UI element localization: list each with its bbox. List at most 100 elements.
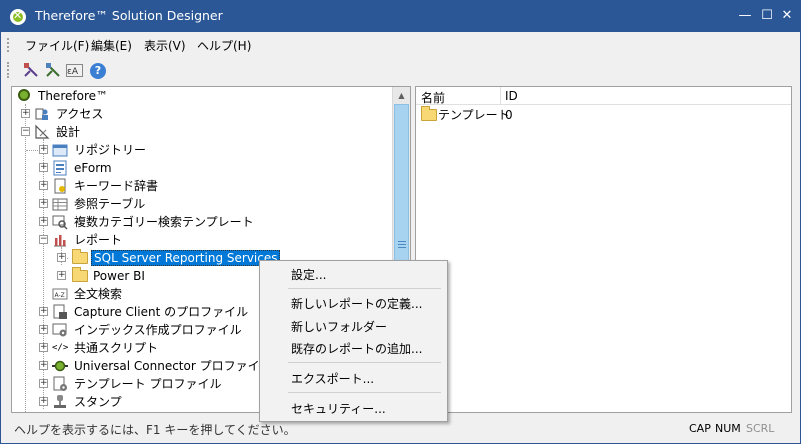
tree-item-label: インデックス作成プロファイル	[74, 323, 242, 337]
menu-view[interactable]: 表示(V)	[141, 37, 189, 54]
tree-item-label: 設計	[56, 125, 81, 139]
fulltext-search-icon: A-Z	[52, 286, 68, 302]
list-row[interactable]: テンプレート 0	[416, 106, 791, 124]
designer-tool-2-icon[interactable]	[44, 61, 64, 80]
eform-icon	[52, 160, 68, 176]
designer-tool-icon[interactable]	[22, 61, 42, 80]
tree-item-label: Universal Connector プロファイル	[74, 359, 272, 373]
folder-icon	[72, 267, 88, 282]
menu-item-security[interactable]: セキュリティー...	[291, 400, 386, 417]
help-icon[interactable]: ?	[88, 61, 108, 80]
collapse-minus-icon[interactable]: −	[21, 127, 30, 136]
tree-item-access[interactable]: + アクセス	[12, 105, 392, 123]
menu-help[interactable]: ヘルプ(H)	[194, 37, 254, 54]
menu-item-new-report-definition[interactable]: 新しいレポートの定義...	[291, 295, 422, 312]
menu-item-new-folder[interactable]: 新しいフォルダー	[291, 318, 387, 335]
svg-text:A-Z: A-Z	[55, 292, 65, 299]
tree-item-label: スタンプ	[74, 395, 122, 409]
tree-item-label: テンプレート プロファイル	[74, 377, 222, 391]
expand-plus-icon[interactable]: +	[39, 217, 48, 226]
keyword-dictionary-icon	[52, 178, 68, 194]
toolbar: εA ?	[1, 58, 800, 83]
column-header-name[interactable]: 名前	[421, 89, 445, 106]
status-text: ヘルプを表示するには、F1 キーを押してください。	[14, 423, 296, 437]
tree-root-label: Therefore™	[38, 89, 108, 103]
search-template-icon	[52, 214, 68, 230]
app-window: Therefore™ Solution Designer — ☐ ✕ ファイル(…	[0, 0, 801, 444]
expand-plus-icon[interactable]: +	[39, 163, 48, 172]
expand-plus-icon[interactable]: +	[39, 397, 48, 406]
tree-root[interactable]: Therefore™	[12, 87, 392, 105]
menu-item-settings[interactable]: 設定...	[291, 266, 326, 283]
expand-plus-icon[interactable]: +	[39, 361, 48, 370]
expand-plus-icon[interactable]: +	[39, 307, 48, 316]
menu-separator	[288, 362, 441, 363]
tree-item-label: 全文検索	[74, 287, 123, 301]
report-icon	[52, 232, 68, 248]
expand-plus-icon[interactable]: +	[39, 325, 48, 334]
expand-plus-icon[interactable]: +	[39, 379, 48, 388]
menu-bar: ファイル(F) 編集(E) 表示(V) ヘルプ(H)	[1, 33, 800, 57]
tree-item-label: 複数カテゴリー検索テンプレート	[74, 215, 254, 229]
tree-item-label: 共通スクリプト	[74, 341, 159, 355]
tree-item-report[interactable]: − レポート	[12, 231, 392, 249]
tree-item-label: SQL Server Reporting Services	[91, 250, 281, 266]
tree-item-label: キーワード辞書	[74, 179, 159, 193]
stamp-icon	[52, 394, 68, 410]
close-button[interactable]: ✕	[774, 1, 800, 32]
list-header: 名前 ID	[416, 87, 791, 105]
tree-item-design[interactable]: − 設計	[12, 123, 392, 141]
thumb-grip-icon	[398, 241, 406, 248]
column-header-id[interactable]: ID	[505, 89, 518, 103]
collapse-minus-icon[interactable]: −	[39, 235, 48, 244]
num-lock-indicator: NUM	[715, 422, 741, 435]
menu-item-export[interactable]: エクスポート...	[291, 370, 374, 387]
help-glyph: ?	[90, 63, 106, 79]
menu-file[interactable]: ファイル(F)	[22, 37, 92, 54]
scroll-up-icon[interactable]: ▲	[393, 87, 410, 104]
expand-plus-icon[interactable]: +	[39, 181, 48, 190]
reference-table-icon	[52, 196, 68, 212]
expand-plus-icon[interactable]: +	[39, 145, 48, 154]
toolbar-grip[interactable]	[7, 62, 10, 78]
expand-plus-icon[interactable]: +	[21, 109, 30, 118]
text-replace-icon[interactable]: εA	[66, 61, 86, 80]
window-title: Therefore™ Solution Designer	[35, 8, 223, 23]
column-divider[interactable]	[500, 87, 501, 105]
scroll-lock-indicator: SCRL	[746, 422, 775, 435]
template-profile-icon	[52, 376, 68, 392]
svg-text:εA: εA	[67, 67, 79, 77]
connector-icon	[52, 358, 68, 374]
script-icon: </>	[52, 343, 69, 353]
menubar-grip[interactable]	[7, 38, 10, 52]
tree-item-label: Capture Client のプロファイル	[74, 305, 249, 319]
expand-plus-icon[interactable]: +	[39, 343, 48, 352]
context-menu: 設定... 新しいレポートの定義... 新しいフォルダー 既存のレポートの追加.…	[259, 260, 448, 422]
tree-line	[26, 150, 40, 151]
menu-item-add-existing-report[interactable]: 既存のレポートの追加...	[291, 340, 422, 357]
tree-item-label: アクセス	[56, 107, 104, 121]
folder-icon	[421, 106, 437, 121]
menu-separator	[288, 392, 441, 393]
tree-item-search-template[interactable]: + 複数カテゴリー検索テンプレート	[12, 213, 392, 231]
list-cell-id: 0	[505, 108, 513, 122]
tree-item-eform[interactable]: + eForm	[12, 159, 392, 177]
tree-item-keyword-dictionary[interactable]: + キーワード辞書	[12, 177, 392, 195]
repository-icon	[52, 142, 68, 158]
detail-list[interactable]: 名前 ID テンプレート 0	[415, 86, 792, 413]
tree-item-repository[interactable]: + リポジトリー	[12, 141, 392, 159]
menu-edit[interactable]: 編集(E)	[88, 37, 135, 54]
expand-plus-icon[interactable]: +	[57, 271, 66, 280]
caps-lock-indicator: CAP	[689, 422, 711, 435]
tree-item-label: 参照テーブル	[74, 197, 146, 211]
index-profile-icon	[52, 322, 68, 338]
tree-item-reference-table[interactable]: + 参照テーブル	[12, 195, 392, 213]
title-bar[interactable]: Therefore™ Solution Designer — ☐ ✕	[1, 1, 800, 32]
therefore-logo-icon	[10, 9, 26, 25]
folder-icon	[72, 249, 88, 264]
expand-plus-icon[interactable]: +	[39, 199, 48, 208]
expand-plus-icon[interactable]: +	[57, 253, 66, 262]
access-icon	[34, 106, 50, 122]
tree-item-label: eForm	[74, 161, 112, 175]
tree-item-label: リポジトリー	[74, 143, 147, 157]
